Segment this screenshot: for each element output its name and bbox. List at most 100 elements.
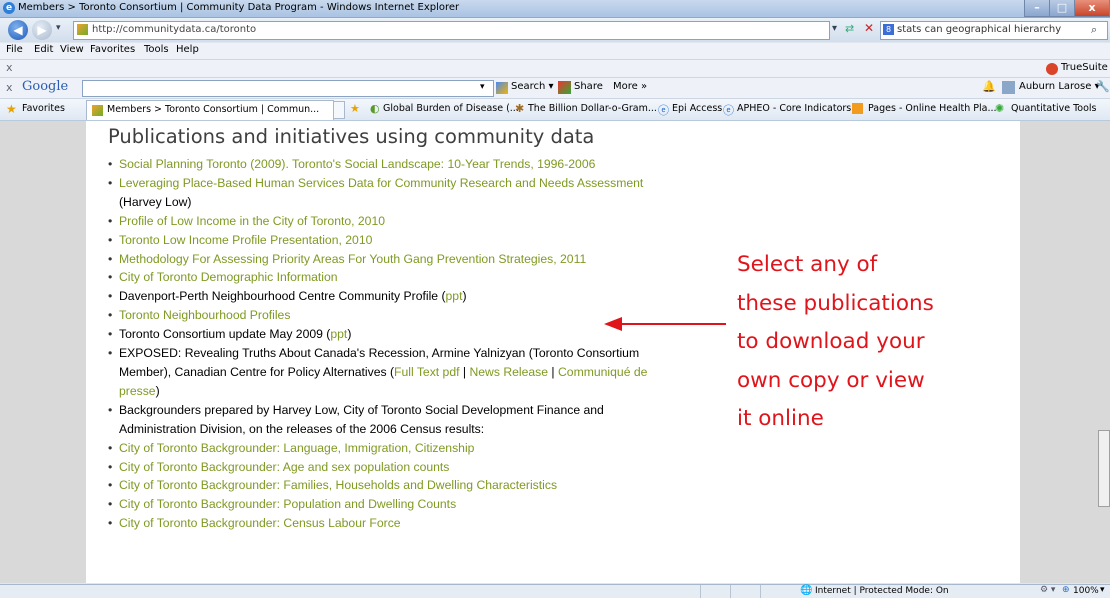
ppt-link[interactable]: ppt: [446, 289, 463, 303]
item-text-close: ): [462, 289, 467, 304]
publication-link[interactable]: Toronto Neighbourhood Profiles: [119, 308, 290, 322]
fav-gbd[interactable]: Global Burden of Disease (...: [383, 103, 519, 114]
list-item: City of Toronto Backgrounder: Population…: [108, 495, 648, 514]
search-field[interactable]: 8 stats can geographical hierarchy ⌕: [880, 21, 1108, 40]
publication-list: Social Planning Toronto (2009). Toronto'…: [108, 155, 648, 533]
compat-view-icon[interactable]: ⇄: [845, 22, 854, 35]
publication-link[interactable]: Methodology For Assessing Priority Areas…: [119, 252, 586, 266]
publication-link[interactable]: City of Toronto Backgrounder: Census Lab…: [119, 516, 401, 530]
menu-tools[interactable]: Tools: [144, 44, 169, 55]
address-field[interactable]: http://communitydata.ca/toronto: [73, 21, 830, 40]
menu-view[interactable]: View: [60, 44, 84, 55]
avatar: [1002, 81, 1015, 94]
publication-link[interactable]: Leveraging Place-Based Human Services Da…: [119, 176, 643, 190]
google-search-button[interactable]: Search ▾: [511, 81, 554, 92]
zoom-dropdown-icon[interactable]: ▾: [1100, 585, 1105, 595]
list-item: Toronto Neighbourhood Profiles: [108, 306, 648, 325]
active-tab[interactable]: Members > Toronto Consortium | Commun...: [86, 100, 334, 120]
search-icon[interactable]: ⌕: [1091, 23, 1097, 37]
list-item: Backgrounders prepared by Harvey Low, Ci…: [108, 401, 648, 439]
annotation-arrow: [622, 323, 726, 325]
list-item: Toronto Low Income Profile Presentation,…: [108, 231, 648, 250]
fav-dollar-o-gram[interactable]: The Billion Dollar-o-Gram...: [528, 103, 657, 114]
separator: |: [459, 364, 470, 379]
ppt-link[interactable]: ppt: [330, 327, 347, 341]
extension-toolbar: x TrueSuite: [0, 60, 1110, 78]
publication-link[interactable]: City of Toronto Backgrounder: Language, …: [119, 441, 474, 455]
list-item: City of Toronto Backgrounder: Census Lab…: [108, 514, 648, 533]
zone-settings-icon[interactable]: ⚙ ▾: [1040, 585, 1055, 595]
epi-access-icon: ⓔ: [658, 104, 669, 117]
bell-icon[interactable]: 🔔: [982, 80, 996, 93]
status-divider: [700, 585, 701, 598]
fav-quantitative-tools[interactable]: Quantitative Tools: [1011, 103, 1097, 114]
news-release-link[interactable]: News Release: [469, 365, 548, 379]
status-divider: [760, 585, 761, 598]
share-button[interactable]: Share: [574, 81, 603, 92]
favorites-star-icon: ★: [6, 102, 17, 116]
item-text-close: ): [347, 327, 352, 342]
status-divider: [730, 585, 731, 598]
menu-help[interactable]: Help: [176, 44, 199, 55]
quantitative-tools-icon: ✺: [995, 102, 1005, 115]
user-menu-button[interactable]: Auburn Larose ▾: [1019, 81, 1100, 92]
minimize-button[interactable]: –: [1024, 0, 1050, 17]
publication-link[interactable]: Profile of Low Income in the City of Tor…: [119, 214, 385, 228]
separator: |: [548, 364, 558, 379]
zoom-level[interactable]: 100%: [1073, 586, 1099, 596]
item-text: Backgrounders prepared by Harvey Low, Ci…: [119, 402, 604, 436]
tab-title: Members > Toronto Consortium | Commun...: [107, 104, 320, 115]
forward-button[interactable]: ▶: [32, 20, 52, 40]
history-dropdown-icon[interactable]: ▾: [56, 23, 61, 33]
publication-link[interactable]: City of Toronto Backgrounder: Families, …: [119, 478, 557, 492]
truesuite-button[interactable]: TrueSuite: [1061, 62, 1108, 73]
search-provider-icon: 8: [883, 24, 894, 35]
list-item: Profile of Low Income in the City of Tor…: [108, 212, 648, 231]
close-toolbar-button[interactable]: x: [6, 61, 13, 74]
publication-link[interactable]: City of Toronto Backgrounder: Population…: [119, 497, 456, 511]
google-search-input[interactable]: [82, 80, 494, 97]
pages-icon: [852, 103, 863, 114]
zoom-icon: ⊕: [1062, 585, 1070, 595]
list-item: Toronto Consortium update May 2009 (ppt): [108, 325, 648, 344]
item-text: Davenport-Perth Neighbourhood Centre Com…: [119, 289, 446, 304]
fav-pages[interactable]: Pages - Online Health Pla...: [868, 103, 997, 114]
list-item: City of Toronto Backgrounder: Language, …: [108, 439, 648, 458]
list-item: Leveraging Place-Based Human Services Da…: [108, 174, 648, 212]
close-google-toolbar-button[interactable]: x: [6, 81, 13, 94]
security-zone-text[interactable]: Internet | Protected Mode: On: [815, 586, 949, 596]
annotation-line: Select any of: [737, 252, 878, 277]
google-search-icon: [496, 82, 508, 94]
publication-link[interactable]: City of Toronto Backgrounder: Age and se…: [119, 460, 449, 474]
publication-link[interactable]: Toronto Low Income Profile Presentation,…: [119, 233, 372, 247]
maximize-button[interactable]: □: [1049, 0, 1075, 17]
address-dropdown-icon[interactable]: ▾: [832, 23, 837, 34]
wrench-icon[interactable]: 🔧: [1096, 80, 1110, 93]
menu-edit[interactable]: Edit: [34, 44, 53, 55]
menu-favorites[interactable]: Favorites: [90, 44, 135, 55]
publication-link[interactable]: City of Toronto Demographic Information: [119, 270, 338, 284]
side-scroll-handle[interactable]: [1098, 430, 1110, 507]
address-toolbar: ◀ ▶ ▾ http://communitydata.ca/toronto ▾ …: [0, 18, 1110, 42]
list-item: Social Planning Toronto (2009). Toronto'…: [108, 155, 648, 174]
publication-link[interactable]: Social Planning Toronto (2009). Toronto'…: [119, 157, 595, 171]
close-button[interactable]: x: [1074, 0, 1110, 17]
status-bar: 🌐 Internet | Protected Mode: On ⚙ ▾ ⊕ 10…: [0, 584, 1110, 598]
fav-apheo[interactable]: APHEO - Core Indicators: [737, 103, 851, 114]
apheo-icon: ⓔ: [723, 104, 734, 117]
annotation-line: it online: [737, 406, 824, 431]
full-text-pdf-link[interactable]: Full Text pdf: [394, 365, 459, 379]
fav-epi-access[interactable]: Epi Access: [672, 103, 722, 114]
search-query-text: stats can geographical hierarchy: [897, 24, 1062, 35]
list-item: Davenport-Perth Neighbourhood Centre Com…: [108, 287, 648, 306]
new-tab-button[interactable]: [333, 101, 345, 119]
add-favorite-icon[interactable]: ★: [350, 102, 360, 115]
author-text: (Harvey Low): [119, 194, 192, 209]
stop-icon[interactable]: ✕: [864, 21, 874, 35]
item-text-close: ): [155, 383, 160, 398]
menu-file[interactable]: File: [6, 44, 23, 55]
google-dropdown-icon[interactable]: ▾: [480, 82, 485, 92]
more-button[interactable]: More »: [613, 81, 647, 92]
favorites-button[interactable]: Favorites: [22, 103, 65, 114]
back-button[interactable]: ◀: [8, 20, 28, 40]
